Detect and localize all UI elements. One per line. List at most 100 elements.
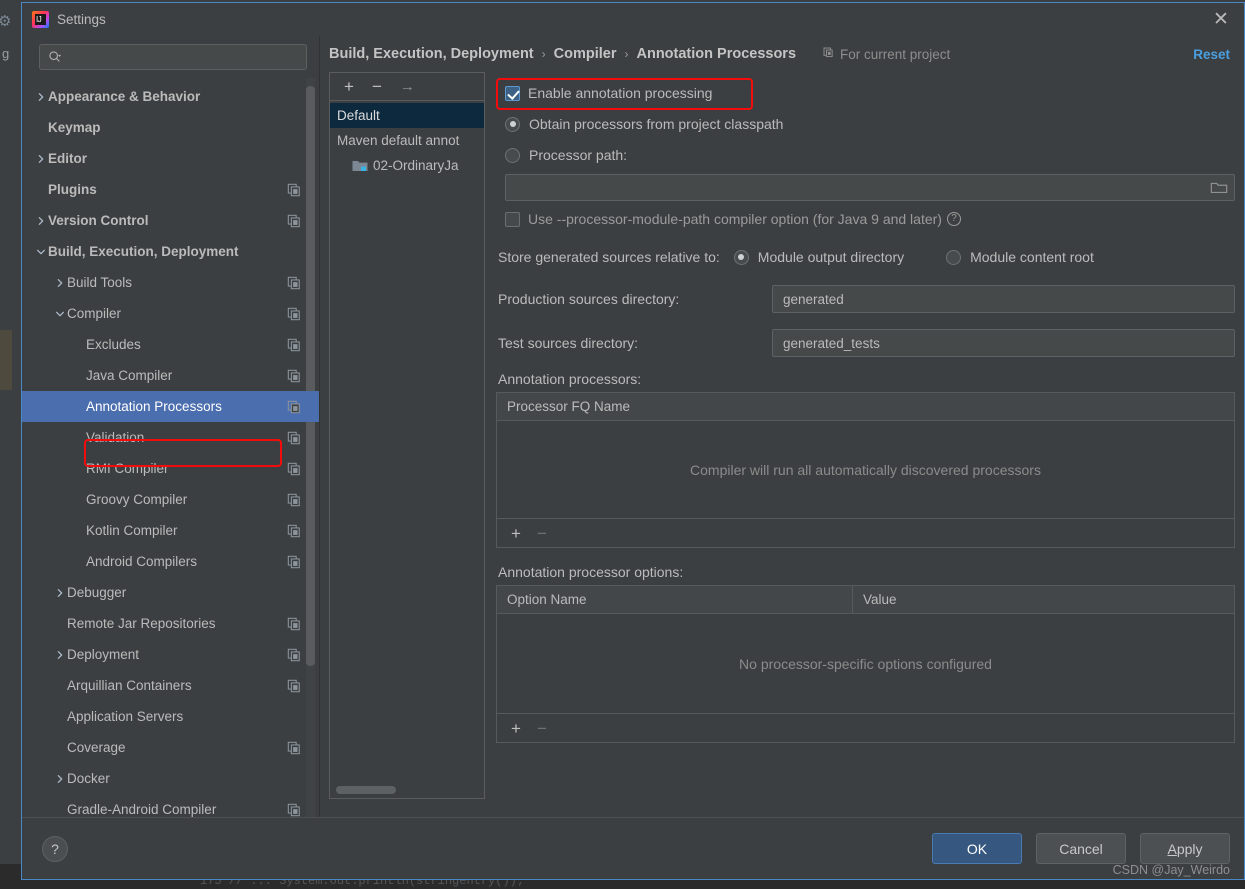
processor-module-path-row[interactable]: Use --processor-module-path compiler opt… (496, 201, 1235, 237)
remove-processor-button[interactable]: − (537, 525, 547, 542)
sidebar-item-kotlin-compiler[interactable]: Kotlin Compiler (22, 515, 319, 546)
enable-annotation-processing-checkbox[interactable] (505, 85, 520, 101)
chevron-down-icon[interactable] (34, 247, 48, 257)
copy-settings-icon[interactable] (287, 369, 301, 383)
copy-settings-icon[interactable] (287, 524, 301, 538)
test-sources-input[interactable] (781, 334, 1226, 352)
sidebar-item-rmi-compiler[interactable]: RMI Compiler (22, 453, 319, 484)
add-profile-button[interactable]: + (344, 78, 354, 95)
help-icon[interactable]: ? (42, 835, 68, 862)
ok-button[interactable]: OK (932, 833, 1022, 864)
sidebar-item-deployment[interactable]: Deployment (22, 639, 319, 670)
processors-table[interactable]: Processor FQ Name Compiler will run all … (496, 392, 1235, 548)
test-sources-label: Test sources directory: (498, 335, 639, 351)
sidebar-item-groovy-compiler[interactable]: Groovy Compiler (22, 484, 319, 515)
search-box[interactable] (39, 44, 307, 70)
processors-table-toolbar: + − (497, 518, 1234, 547)
chevron-right-icon[interactable] (53, 650, 67, 660)
copy-settings-icon[interactable] (287, 555, 301, 569)
search-input[interactable] (66, 48, 298, 66)
sidebar-item-version-control[interactable]: Version Control (22, 205, 319, 236)
processors-column-fqname: Processor FQ Name (507, 399, 631, 414)
cancel-button[interactable]: Cancel (1036, 833, 1126, 864)
sidebar-item-android-compilers[interactable]: Android Compilers (22, 546, 319, 577)
copy-settings-icon[interactable] (287, 338, 301, 352)
sidebar-item-plugins[interactable]: Plugins (22, 174, 319, 205)
sidebar-item-build-tools[interactable]: Build Tools (22, 267, 319, 298)
chevron-right-icon[interactable] (53, 588, 67, 598)
copy-settings-icon[interactable] (287, 803, 301, 817)
sidebar-item-application-servers[interactable]: Application Servers (22, 701, 319, 732)
chevron-right-icon[interactable] (34, 154, 48, 164)
chevron-right-icon[interactable] (53, 278, 67, 288)
sidebar-item-debugger[interactable]: Debugger (22, 577, 319, 608)
chevron-right-icon[interactable] (34, 216, 48, 226)
chevron-down-icon[interactable] (53, 309, 67, 319)
sidebar-item-annotation-processors[interactable]: Annotation Processors (22, 391, 319, 422)
chevron-right-icon[interactable] (53, 774, 67, 784)
reset-link[interactable]: Reset (1193, 47, 1230, 62)
processor-path-radio[interactable] (505, 147, 520, 163)
copy-settings-icon[interactable] (287, 183, 301, 197)
copy-settings-icon[interactable] (287, 617, 301, 631)
sidebar-item-compiler[interactable]: Compiler (22, 298, 319, 329)
sidebar-item-label: RMI Compiler (86, 461, 169, 476)
sidebar-item-appearance-behavior[interactable]: Appearance & Behavior (22, 81, 319, 112)
sidebar-item-keymap[interactable]: Keymap (22, 112, 319, 143)
settings-tree[interactable]: Appearance & Behavior Keymap Editor Plugins… (22, 78, 319, 817)
processor-path-input-wrap[interactable] (505, 174, 1235, 201)
remove-profile-button[interactable]: − (372, 78, 382, 95)
module-output-directory-label: Module output directory (757, 249, 905, 265)
sidebar-item-arquillian-containers[interactable]: Arquillian Containers (22, 670, 319, 701)
breadcrumb-item-0[interactable]: Build, Execution, Deployment (329, 46, 534, 62)
help-icon[interactable]: ? (946, 212, 961, 226)
module-content-root-radio[interactable] (946, 249, 962, 265)
move-to-profile-button[interactable]: → (400, 79, 415, 94)
settings-dialog: IJ Settings ✕ Appearance & Behavior Keym… (21, 2, 1245, 880)
sidebar-item-gradle-android-compiler[interactable]: Gradle-Android Compiler (22, 794, 319, 817)
processor-path-input[interactable] (512, 179, 1210, 196)
sidebar-item-remote-jar-repositories[interactable]: Remote Jar Repositories (22, 608, 319, 639)
production-sources-input[interactable] (781, 290, 1226, 308)
store-generated-sources-row: Store generated sources relative to: Mod… (496, 237, 1235, 277)
sidebar-item-coverage[interactable]: Coverage (22, 732, 319, 763)
sidebar-item-excludes[interactable]: Excludes (22, 329, 319, 360)
options-table[interactable]: Option Name Value No processor-specific … (496, 585, 1235, 743)
copy-settings-icon[interactable] (287, 276, 301, 290)
sidebar-item-docker[interactable]: Docker (22, 763, 319, 794)
obtain-from-classpath-radio[interactable] (505, 116, 520, 132)
apply-button[interactable]: Apply (1140, 833, 1230, 864)
profiles-list[interactable]: Default Maven default annot 02-OrdinaryJa (330, 101, 484, 798)
folder-icon[interactable] (1210, 180, 1228, 195)
enable-annotation-processing-row[interactable]: Enable annotation processing (496, 78, 1235, 108)
close-icon[interactable]: ✕ (1208, 7, 1234, 33)
sidebar-item-java-compiler[interactable]: Java Compiler (22, 360, 319, 391)
profile-list-item[interactable]: 02-OrdinaryJa (330, 153, 484, 178)
copy-settings-icon[interactable] (287, 493, 301, 507)
add-option-button[interactable]: + (511, 720, 521, 737)
profile-list-item[interactable]: Default (330, 103, 484, 128)
add-processor-button[interactable]: + (511, 525, 521, 542)
sidebar-item-validation[interactable]: Validation (22, 422, 319, 453)
profiles-horizontal-scrollbar[interactable] (336, 786, 396, 794)
copy-settings-icon[interactable] (287, 648, 301, 662)
breadcrumb-item-1[interactable]: Compiler (554, 46, 617, 62)
obtain-from-classpath-row[interactable]: Obtain processors from project classpath (496, 108, 1235, 140)
copy-settings-icon[interactable] (287, 307, 301, 321)
sidebar-item-build-execution-deployment[interactable]: Build, Execution, Deployment (22, 236, 319, 267)
copy-settings-icon[interactable] (287, 431, 301, 445)
copy-settings-icon[interactable] (287, 679, 301, 693)
copy-settings-icon[interactable] (287, 214, 301, 228)
processor-path-row[interactable]: Processor path: (496, 140, 1235, 170)
profile-list-item[interactable]: Maven default annot (330, 128, 484, 153)
copy-settings-icon[interactable] (287, 400, 301, 414)
chevron-right-icon[interactable] (34, 92, 48, 102)
module-output-directory-radio[interactable] (733, 249, 749, 265)
copy-settings-icon[interactable] (287, 462, 301, 476)
production-sources-field[interactable] (772, 285, 1235, 313)
test-sources-field[interactable] (772, 329, 1235, 357)
remove-option-button[interactable]: − (537, 720, 547, 737)
processor-module-path-checkbox[interactable] (505, 211, 520, 227)
sidebar-item-editor[interactable]: Editor (22, 143, 319, 174)
copy-settings-icon[interactable] (287, 741, 301, 755)
